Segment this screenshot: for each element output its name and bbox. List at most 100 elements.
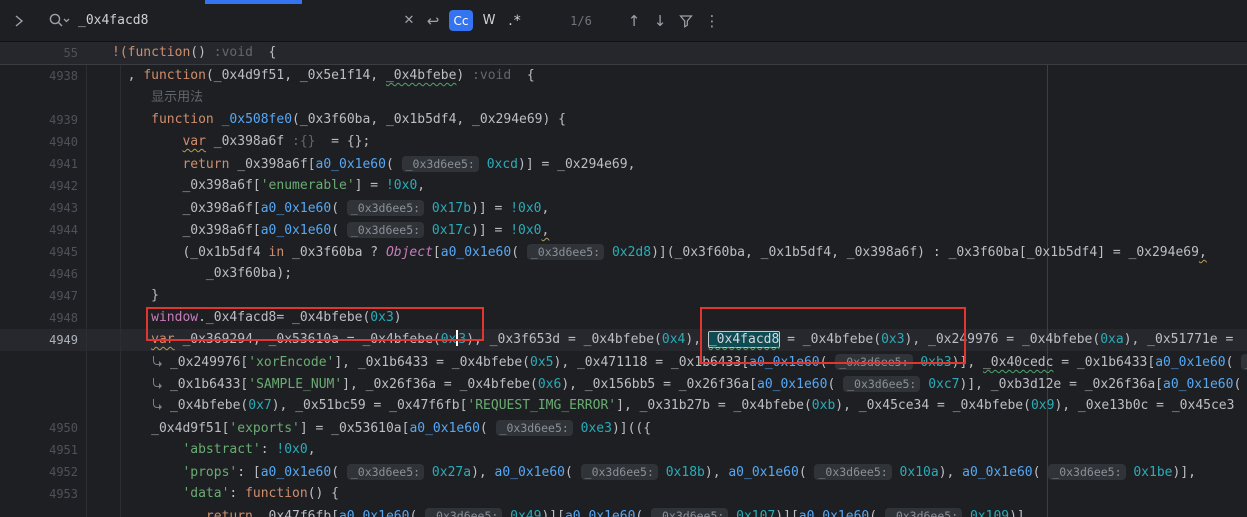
code-line-4947[interactable]: 4947 } bbox=[0, 285, 1247, 307]
code-token: 'REQUEST_IMG_ERROR' bbox=[467, 398, 616, 413]
filter-icon bbox=[679, 14, 693, 28]
code-line-55[interactable]: 55!(function() :void { bbox=[0, 42, 1247, 64]
code-token: )], bbox=[1173, 465, 1196, 480]
code-line-4946[interactable]: 4946 _0x3f60ba); bbox=[0, 263, 1247, 285]
code-text: _0x398a6f['enumerable'] = !0x0, bbox=[112, 175, 425, 197]
code-token: in bbox=[269, 245, 285, 260]
match-case-toggle[interactable]: Cc bbox=[449, 10, 473, 31]
code-token: 0x109 bbox=[970, 509, 1009, 517]
code-token: 0x4 bbox=[662, 332, 685, 347]
code-token: _0x3d6ee5: bbox=[425, 508, 502, 517]
line-number: 4944 bbox=[0, 219, 78, 241]
code-line-4945[interactable]: 4945 (_0x1b5df4 in _0x3f60ba ? Object[a0… bbox=[0, 241, 1247, 263]
code-token bbox=[892, 465, 900, 480]
code-line-4942[interactable]: 4942 _0x398a6f['enumerable'] = !0x0, bbox=[0, 175, 1247, 197]
code-token bbox=[604, 245, 612, 260]
code-token: ( bbox=[565, 465, 581, 480]
soft-wrap-icon bbox=[151, 356, 162, 368]
code-token: ), bbox=[471, 465, 494, 480]
line-number bbox=[0, 351, 78, 373]
code-token: ( bbox=[869, 509, 885, 517]
fold-gutter bbox=[78, 417, 112, 439]
code-token: ( bbox=[409, 509, 425, 517]
code-token: 0x9 bbox=[1031, 398, 1054, 413]
match-counter: 1/6 bbox=[556, 0, 606, 41]
clear-search-button[interactable]: ✕ bbox=[398, 0, 420, 41]
expand-replace-button[interactable] bbox=[6, 0, 32, 41]
code-line[interactable]: 显示用法 bbox=[0, 87, 1247, 109]
code-token: !0x0 bbox=[386, 178, 417, 193]
code-token: _0x4bfebe bbox=[386, 68, 456, 83]
code-token: 显示用法 bbox=[151, 90, 203, 105]
code-token: a0_0x1e60 bbox=[339, 509, 409, 517]
code-line-4943[interactable]: 4943 _0x398a6f[a0_0x1e60( _0x3d6ee5: 0x1… bbox=[0, 197, 1247, 219]
code-line[interactable]: return _0x47f6fb[a0_0x1e60( _0x3d6ee5: 0… bbox=[0, 505, 1247, 517]
regex-toggle[interactable]: .* bbox=[503, 0, 527, 41]
filter-search-button[interactable] bbox=[674, 0, 698, 41]
code-token: 'SAMPLE_NUM' bbox=[248, 377, 342, 392]
code-text: 'props': [a0_0x1e60( _0x3d6ee5: 0x27a), … bbox=[112, 461, 1196, 483]
line-number: 4941 bbox=[0, 153, 78, 175]
code-token: _0x4bfebe( bbox=[170, 398, 248, 413]
code-token: :{} bbox=[292, 134, 315, 149]
code-line-4950[interactable]: 4950 _0x4d9f51['exports'] = _0x53610a[a0… bbox=[0, 417, 1247, 439]
code-token: a0_0x1e60 bbox=[441, 245, 511, 260]
code-line-wrap[interactable]: _0x1b6433['SAMPLE_NUM'], _0x26f36a = _0x… bbox=[0, 373, 1247, 395]
code-line-4939[interactable]: 4939 function _0x508fe0(_0x3f60ba, _0x1b… bbox=[0, 109, 1247, 131]
code-text: _0x4d9f51['exports'] = _0x53610a[a0_0x1e… bbox=[112, 417, 651, 439]
code-token: )] = bbox=[471, 223, 510, 238]
code-line-4938[interactable]: 4938 , function(_0x4d9f51, _0x5e1f14, _0… bbox=[0, 65, 1247, 87]
code-token: : bbox=[261, 442, 277, 457]
whole-words-toggle[interactable]: W bbox=[477, 0, 501, 41]
code-token: _0x3d6ee5: bbox=[496, 420, 573, 436]
code-line-wrap[interactable]: _0x4bfebe(0x7), _0x51bc59 = _0x47f6fb['R… bbox=[0, 395, 1247, 417]
code-line-4952[interactable]: 4952 'props': [a0_0x1e60( _0x3d6ee5: 0x2… bbox=[0, 461, 1247, 483]
fold-gutter bbox=[78, 461, 112, 483]
code-editor[interactable]: 55!(function() :void { 4938 , function(_… bbox=[0, 42, 1247, 517]
fold-gutter bbox=[78, 153, 112, 175]
fold-gutter bbox=[78, 241, 112, 263]
code-token: , bbox=[542, 201, 550, 216]
fold-gutter bbox=[78, 285, 112, 307]
newline-button[interactable]: ↩ bbox=[421, 0, 445, 41]
code-token bbox=[214, 112, 222, 127]
code-line-4944[interactable]: 4944 _0x398a6f[a0_0x1e60( _0x3d6ee5: 0x1… bbox=[0, 219, 1247, 241]
code-line-4953[interactable]: 4953 'data': function() { bbox=[0, 483, 1247, 505]
code-token: _0x398a6f[ bbox=[182, 223, 260, 238]
code-token: 0x27a bbox=[432, 465, 471, 480]
code-line-wrap[interactable]: _0x249976['xorEncode'], _0x1b6433 = _0x4… bbox=[0, 351, 1247, 373]
line-number: 4952 bbox=[0, 461, 78, 483]
code-token: ), _0x156bb5 = _0x26f36a[ bbox=[561, 377, 757, 392]
previous-match-button[interactable]: ↑ bbox=[622, 0, 646, 41]
fold-gutter bbox=[78, 87, 112, 109]
soft-wrap-icon bbox=[151, 399, 162, 411]
code-token: _0x3d6ee5: bbox=[1048, 464, 1125, 480]
code-token: )][ bbox=[775, 509, 798, 517]
next-match-button[interactable]: ↓ bbox=[648, 0, 672, 41]
code-token: _0x3d6ee5: bbox=[581, 464, 658, 480]
code-text: _0x3f60ba); bbox=[112, 263, 292, 285]
code-token: ), _0x45ce34 = _0x4bfebe( bbox=[835, 398, 1031, 413]
sticky-scope-line: 55!(function() :void { bbox=[0, 42, 1247, 65]
find-toolbar: ✕ ↩ Cc W .* 1/6 ↑ ↓ ⋮ bbox=[0, 0, 1247, 42]
code-line-4940[interactable]: 4940 var _0x398a6f :{} = {}; bbox=[0, 131, 1247, 153]
code-token: ), _0xe13b0c = _0x45ce3 bbox=[1054, 398, 1234, 413]
code-token: [ bbox=[433, 245, 441, 260]
search-mode-button[interactable] bbox=[44, 0, 74, 41]
code-token: a0_0x1e60 bbox=[316, 157, 386, 172]
code-token: , bbox=[542, 223, 550, 238]
code-line-4951[interactable]: 4951 'abstract': !0x0, bbox=[0, 439, 1247, 461]
right-margin-guide bbox=[1047, 42, 1048, 517]
code-text: } bbox=[112, 285, 159, 307]
code-token: return bbox=[206, 509, 253, 517]
code-token: _0x3d6ee5: bbox=[843, 376, 920, 392]
code-line-4941[interactable]: 4941 return _0x398a6f[a0_0x1e60( _0x3d6e… bbox=[0, 153, 1247, 175]
code-token: a0_0x1e60 bbox=[261, 465, 331, 480]
code-token: _0x398a6f bbox=[206, 134, 292, 149]
code-text: var _0x398a6f :{} = {}; bbox=[112, 131, 370, 153]
code-token: 0x10a bbox=[900, 465, 939, 480]
code-token: ( bbox=[635, 509, 651, 517]
code-text: !(function() :void { bbox=[112, 42, 276, 64]
search-input[interactable] bbox=[78, 13, 378, 28]
more-options-button[interactable]: ⋮ bbox=[700, 0, 724, 41]
